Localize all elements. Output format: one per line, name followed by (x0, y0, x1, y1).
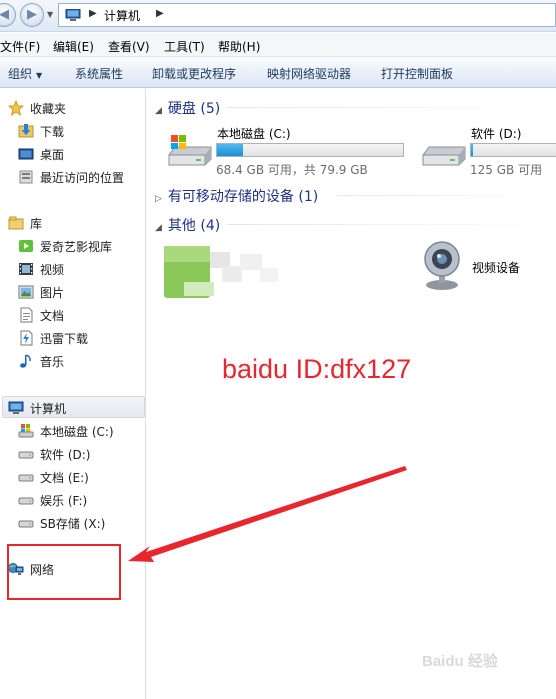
computer-icon (8, 401, 24, 414)
group-divider (227, 224, 547, 225)
nav-thunder-label: 迅雷下载 (40, 332, 89, 346)
nav-documents-label: 文档 (40, 309, 65, 323)
annotation-id-text: baidu ID:dfx127 (222, 354, 412, 384)
drive-c-name: 本地磁盘 (C:) (217, 127, 291, 141)
recent-pages-dropdown[interactable]: ▼ (47, 10, 53, 19)
nav-computer-label: 计算机 (30, 402, 67, 416)
menu-tools[interactable]: 工具(T) (164, 38, 205, 55)
collapse-icon: ◢ (155, 106, 162, 116)
address-box[interactable]: ▶ 计算机 ▶ (58, 3, 556, 27)
open-control-panel-button[interactable]: 打开控制面板 (381, 65, 453, 82)
download-folder-icon (18, 124, 34, 138)
drive-icon (422, 146, 466, 166)
thunder-download-icon (20, 330, 33, 346)
drive-icon (18, 424, 34, 438)
nav-libraries-label: 库 (30, 217, 43, 231)
drive-icon (18, 451, 34, 459)
drive-d-usage-bar (470, 143, 556, 157)
nav-iqiyi-label: 爱奇艺影视库 (40, 240, 113, 254)
nav-drive-d-label: 软件 (D:) (40, 448, 91, 462)
organize-label: 组织 (8, 67, 33, 81)
uninstall-program-button[interactable]: 卸载或更改程序 (152, 65, 236, 82)
expand-icon: ▷ (155, 194, 162, 204)
recent-places-icon (19, 170, 33, 184)
address-bar: ◀ ▶ ▼ ▶ 计算机 ▶ (0, 0, 556, 32)
group-removable[interactable]: ▷ 有可移动存储的设备 (1) (155, 186, 318, 206)
map-network-drive-button[interactable]: 映射网络驱动器 (267, 65, 351, 82)
network-highlight-box (7, 544, 121, 600)
desktop-icon (18, 148, 34, 160)
nav-downloads-label: 下载 (40, 125, 65, 139)
nav-pictures-label: 图片 (40, 286, 65, 300)
menu-bar: 文件(F) 编辑(E) 查看(V) 工具(T) 帮助(H) (0, 33, 556, 57)
blurred-device-icon (164, 246, 278, 298)
menu-help[interactable]: 帮助(H) (218, 38, 260, 55)
group-hard-disks-label: 硬盘 (5) (167, 101, 221, 117)
group-hard-disks[interactable]: ◢ 硬盘 (5) (155, 98, 220, 118)
menu-edit[interactable]: 编辑(E) (53, 38, 94, 55)
drive-icon (18, 520, 34, 528)
menu-file[interactable]: 文件(F) (0, 38, 40, 55)
drive-d-free-space: 125 GB 可用 (470, 163, 543, 177)
group-other-label: 其他 (4) (167, 218, 221, 234)
command-bar: 组织 ▼ 系统属性 卸载或更改程序 映射网络驱动器 打开控制面板 (0, 57, 556, 88)
drive-c-free-space: 68.4 GB 可用，共 79.9 GB (216, 163, 368, 177)
organize-button[interactable]: 组织 ▼ (8, 65, 42, 82)
group-divider (337, 195, 547, 196)
drive-icon (168, 135, 212, 166)
drive-d-usage-fill (471, 144, 473, 156)
nav-favorites-label: 收藏夹 (30, 102, 67, 116)
nav-drive-x-label: SB存储 (X:) (40, 517, 106, 531)
collapse-icon: ◢ (155, 223, 162, 233)
nav-recent-label: 最近访问的位置 (40, 171, 125, 185)
system-properties-button[interactable]: 系统属性 (75, 65, 123, 82)
group-other[interactable]: ◢ 其他 (4) (155, 215, 220, 235)
navigation-pane: 收藏夹 下载 桌面 最近访问的位置 库 爱奇艺影视库 视频 图片 文档 迅雷下载… (0, 89, 146, 699)
webcam-icon (424, 241, 460, 290)
computer-icon (65, 9, 81, 21)
nav-drive-c-label: 本地磁盘 (C:) (40, 425, 114, 439)
music-icon (20, 354, 31, 368)
group-divider (227, 107, 547, 108)
picture-icon (18, 285, 34, 299)
drive-icon (18, 474, 34, 482)
library-icon (8, 216, 24, 230)
drive-c-usage-fill (217, 144, 244, 156)
iqiyi-icon (19, 240, 33, 252)
nav-videos-label: 视频 (40, 263, 65, 277)
forward-button[interactable]: ▶ (20, 3, 44, 27)
group-removable-label: 有可移动存储的设备 (1) (167, 189, 319, 205)
nav-desktop-label: 桌面 (40, 148, 65, 162)
chevron-down-icon: ▼ (36, 71, 43, 80)
menu-view[interactable]: 查看(V) (108, 38, 150, 55)
back-button[interactable]: ◀ (0, 3, 16, 27)
document-icon (20, 307, 33, 323)
baidu-watermark: Baidu 经验 (422, 653, 498, 670)
breadcrumb-separator[interactable]: ▶ (156, 8, 164, 19)
nav-music-label: 音乐 (40, 355, 65, 369)
video-icon (19, 263, 33, 275)
star-icon (8, 100, 24, 116)
breadcrumb-separator[interactable]: ▶ (89, 8, 97, 19)
drive-icon (18, 497, 34, 505)
drive-d-name: 软件 (D:) (471, 127, 522, 141)
webcam-label: 视频设备 (472, 261, 521, 275)
content-pane: ◢ 硬盘 (5) 本地磁盘 (C:) 68.4 GB 可用，共 79.9 GB 软… (147, 89, 556, 699)
drive-c-usage-bar (216, 143, 404, 157)
nav-drive-e-label: 文档 (E:) (40, 471, 89, 485)
breadcrumb-computer[interactable]: 计算机 (104, 7, 140, 24)
nav-drive-f-label: 娱乐 (F:) (40, 494, 88, 508)
